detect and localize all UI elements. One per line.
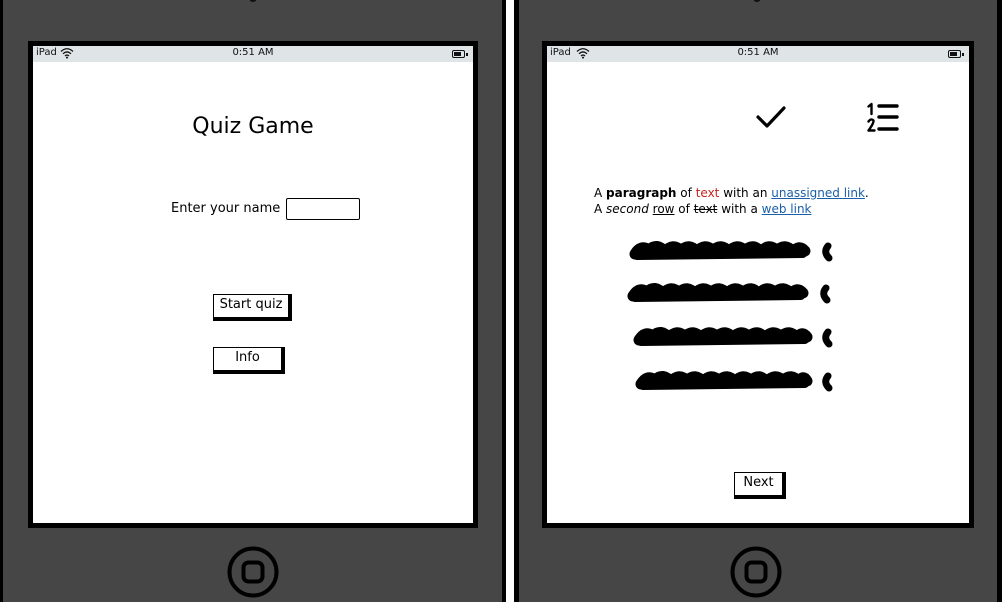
unassigned-link[interactable]: unassigned link — [771, 186, 865, 200]
status-time: 0:51 AM — [737, 47, 779, 58]
answer-option-3[interactable] — [633, 327, 833, 348]
start-quiz-button[interactable]: Start quiz — [213, 294, 292, 321]
battery-icon — [452, 50, 468, 58]
text-run: . — [864, 186, 869, 200]
answer-option-1[interactable] — [629, 241, 833, 262]
sample-paragraph: A paragraph of text with an unassigned l… — [594, 185, 869, 217]
question-screen: iPad 0:51 AM A paragraph of text with an… — [542, 41, 974, 528]
answer-option-4[interactable] — [635, 371, 833, 392]
numbered-list-icon[interactable] — [866, 102, 900, 138]
text-bold: paragraph — [606, 186, 677, 200]
text-run: A — [594, 186, 607, 200]
front-camera — [249, 0, 257, 2]
text-run: A — [594, 202, 607, 216]
name-input[interactable] — [286, 198, 360, 220]
name-label: Enter your name — [171, 201, 281, 216]
status-bar: iPad 0:51 AM — [547, 46, 969, 62]
text-italic: second — [606, 202, 649, 216]
text-strikethrough: text — [693, 202, 718, 216]
text-red: text — [695, 186, 720, 200]
next-button[interactable]: Next — [734, 472, 786, 499]
answer-options-scribble — [627, 241, 833, 392]
start-screen: iPad 0:51 AM Quiz Game Enter your name S… — [28, 41, 478, 528]
ipad-frame-start-screen: iPad 0:51 AM Quiz Game Enter your name S… — [0, 0, 506, 602]
answer-option-2[interactable] — [627, 283, 831, 304]
checkmark-icon[interactable] — [755, 103, 787, 135]
info-button[interactable]: Info — [213, 347, 285, 374]
page-title: Quiz Game — [192, 114, 314, 139]
paragraph-line-1: A paragraph of text with an unassigned l… — [594, 185, 869, 201]
text-run: of — [674, 202, 694, 216]
text-underline: row — [652, 202, 675, 216]
paragraph-line-2: A second row of text with a web link — [594, 201, 869, 217]
status-bar: iPad 0:51 AM — [33, 46, 473, 62]
text-run: of — [676, 186, 696, 200]
home-button[interactable] — [227, 546, 279, 598]
front-camera — [753, 0, 761, 2]
text-run: with an — [719, 186, 772, 200]
home-button[interactable] — [730, 546, 782, 598]
web-link[interactable]: web link — [762, 202, 812, 216]
status-time: 0:51 AM — [232, 47, 274, 58]
battery-icon — [948, 50, 964, 58]
text-run: with a — [717, 202, 762, 216]
ipad-frame-question-screen: iPad 0:51 AM A paragraph of text with an… — [514, 0, 1002, 602]
